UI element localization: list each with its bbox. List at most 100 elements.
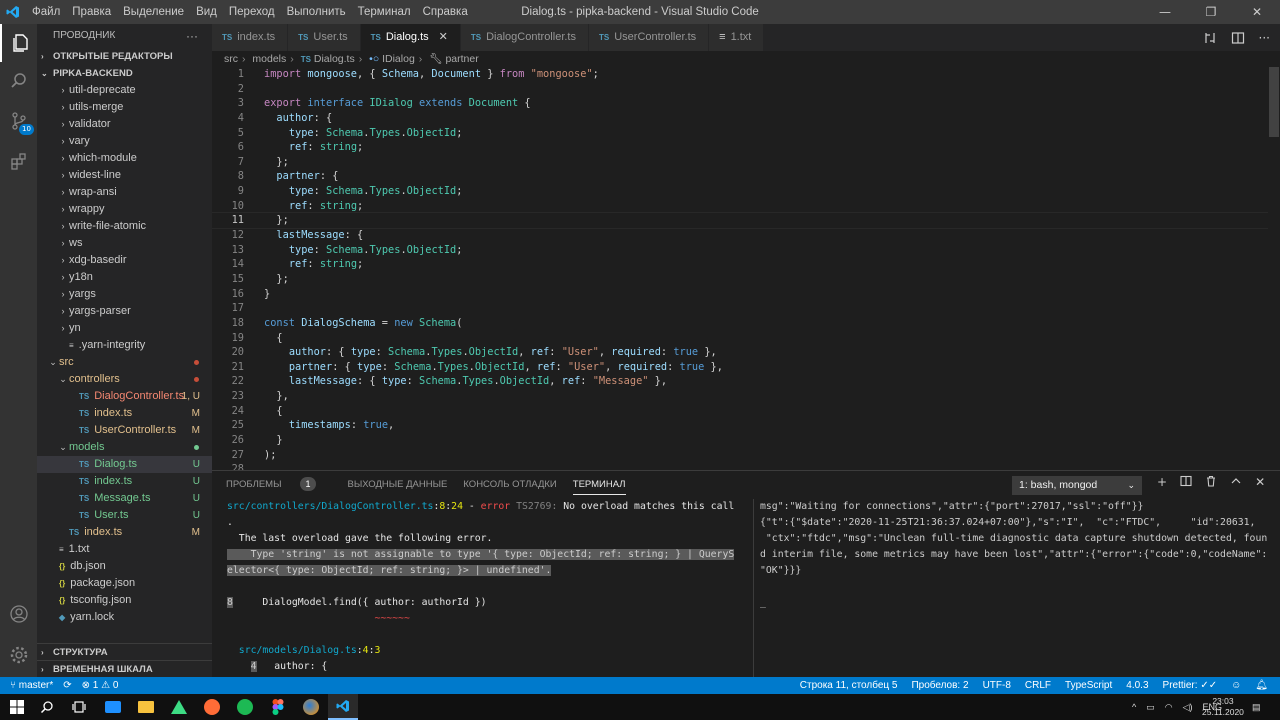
- more-actions-icon[interactable]: ···: [186, 24, 198, 48]
- code-line[interactable]: 7 };: [212, 155, 1280, 170]
- tree-item[interactable]: TS Message.ts U: [37, 490, 212, 507]
- file-explorer-icon[interactable]: [131, 694, 161, 720]
- tab-dialog-ts[interactable]: TS Dialog.ts ✕: [360, 24, 461, 51]
- tree-item[interactable]: TS UserController.ts M: [37, 422, 212, 439]
- menu-view[interactable]: Вид: [190, 0, 223, 24]
- split-terminal-icon[interactable]: [1180, 475, 1192, 487]
- tree-item[interactable]: › write-file-atomic: [37, 218, 212, 235]
- editor-scrollbar[interactable]: [1268, 67, 1280, 470]
- terminal-pane-2[interactable]: msg":"Waiting for connections","attr":{"…: [753, 499, 1273, 677]
- tab-user-ts[interactable]: TS User.ts: [288, 24, 361, 51]
- ts-version[interactable]: 4.0.3: [1126, 677, 1148, 694]
- code-line[interactable]: 16}: [212, 287, 1280, 302]
- tray-chevron-icon[interactable]: ^: [1132, 702, 1136, 712]
- code-line[interactable]: 10 ref: string;: [212, 199, 1280, 214]
- tree-item[interactable]: › yargs: [37, 286, 212, 303]
- code-line[interactable]: 28: [212, 462, 1280, 470]
- prettier-status[interactable]: Prettier: ✓✓: [1163, 677, 1218, 694]
- tree-item[interactable]: ⌄ controllers: [37, 371, 212, 388]
- tree-item[interactable]: TS User.ts U: [37, 507, 212, 524]
- tree-item[interactable]: › yn: [37, 320, 212, 337]
- menu-selection[interactable]: Выделение: [117, 0, 190, 24]
- tree-item[interactable]: › widest-line: [37, 167, 212, 184]
- cursor-position[interactable]: Строка 11, столбец 5: [800, 677, 898, 694]
- account-icon[interactable]: [0, 595, 37, 633]
- tree-item[interactable]: › validator: [37, 116, 212, 133]
- source-control-icon[interactable]: 10: [0, 102, 37, 140]
- tree-item[interactable]: ◆ yarn.lock: [37, 609, 212, 626]
- clock[interactable]: 23:03 25.11.2020: [1202, 694, 1244, 720]
- breadcrumb-models[interactable]: models: [252, 53, 286, 65]
- notifications-icon[interactable]: 🔔︎: [1255, 677, 1268, 694]
- tree-item[interactable]: {} package.json: [37, 575, 212, 592]
- tree-item[interactable]: {} db.json: [37, 558, 212, 575]
- tree-item[interactable]: ⌄ models: [37, 439, 212, 456]
- new-terminal-icon[interactable]: +: [1157, 475, 1167, 489]
- tree-item[interactable]: › ws: [37, 235, 212, 252]
- compare-changes-icon[interactable]: [1203, 31, 1217, 45]
- tab-dialogcontroller-ts[interactable]: TS DialogController.ts: [460, 24, 589, 51]
- menu-help[interactable]: Справка: [417, 0, 474, 24]
- postman-icon[interactable]: [197, 694, 227, 720]
- tab-index-ts[interactable]: TS index.ts: [212, 24, 289, 51]
- feedback-icon[interactable]: ☺: [1231, 677, 1241, 694]
- tree-item[interactable]: › util-deprecate: [37, 82, 212, 99]
- code-line[interactable]: 24 {: [212, 404, 1280, 419]
- tree-item[interactable]: ≡ .yarn-integrity: [37, 337, 212, 354]
- more-actions-icon[interactable]: ···: [1259, 31, 1270, 45]
- menu-file[interactable]: Файл: [26, 0, 66, 24]
- close-panel-icon[interactable]: ✕: [1255, 475, 1265, 489]
- tab-debug-console[interactable]: КОНСОЛЬ ОТЛАДКИ: [463, 471, 556, 499]
- tree-item[interactable]: TS DialogController.ts 1, U: [37, 388, 212, 405]
- code-line[interactable]: 2: [212, 82, 1280, 97]
- tree-item[interactable]: › y18n: [37, 269, 212, 286]
- indentation[interactable]: Пробелов: 2: [911, 677, 968, 694]
- tree-item[interactable]: › wrappy: [37, 201, 212, 218]
- close-tab-icon[interactable]: ✕: [439, 31, 448, 43]
- minimize-button[interactable]: —: [1142, 0, 1188, 24]
- code-line[interactable]: 13 type: Schema.Types.ObjectId;: [212, 243, 1280, 258]
- tree-item[interactable]: › vary: [37, 133, 212, 150]
- code-line[interactable]: 15 };: [212, 272, 1280, 287]
- tree-item[interactable]: {} tsconfig.json: [37, 592, 212, 609]
- extensions-icon[interactable]: [0, 142, 37, 180]
- code-line[interactable]: 5 type: Schema.Types.ObjectId;: [212, 126, 1280, 141]
- settings-gear-icon[interactable]: [0, 636, 37, 674]
- code-line[interactable]: 19 {: [212, 331, 1280, 346]
- breadcrumb-interface[interactable]: IDialog: [382, 53, 415, 65]
- code-line[interactable]: 26 }: [212, 433, 1280, 448]
- tree-item[interactable]: TS index.ts M: [37, 405, 212, 422]
- volume-icon[interactable]: ◁): [1183, 702, 1193, 713]
- tab-output[interactable]: ВЫХОДНЫЕ ДАННЫЕ: [348, 471, 448, 499]
- tree-item[interactable]: › wrap-ansi: [37, 184, 212, 201]
- tree-item[interactable]: ≡ 1.txt: [37, 541, 212, 558]
- code-line[interactable]: 9 type: Schema.Types.ObjectId;: [212, 184, 1280, 199]
- open-editors-section[interactable]: › ОТКРЫТЫЕ РЕДАКТОРЫ: [37, 48, 212, 65]
- terminal-select[interactable]: 1: bash, mongod ⌄: [1012, 476, 1142, 495]
- code-editor[interactable]: 1 import mongoose, { Schema, Document } f…: [212, 67, 1280, 470]
- language-mode[interactable]: TypeScript: [1065, 677, 1112, 694]
- tree-item[interactable]: › utils-merge: [37, 99, 212, 116]
- tree-item[interactable]: TS index.ts M: [37, 524, 212, 541]
- firefox-icon[interactable]: [296, 694, 326, 720]
- tree-item[interactable]: › xdg-basedir: [37, 252, 212, 269]
- tree-item[interactable]: TS Dialog.ts U: [37, 456, 212, 473]
- code-line[interactable]: 3 export interface IDialog extends Docume…: [212, 96, 1280, 111]
- tab-terminal[interactable]: ТЕРМИНАЛ: [572, 476, 626, 495]
- split-editor-icon[interactable]: [1231, 31, 1245, 45]
- menu-go[interactable]: Переход: [223, 0, 281, 24]
- outline-section[interactable]: › СТРУКТУРА: [37, 643, 212, 660]
- task-view-icon[interactable]: [64, 694, 94, 720]
- code-line[interactable]: 18 const DialogSchema = new Schema(: [212, 316, 1280, 331]
- tab-usercontroller-ts[interactable]: TS UserController.ts: [588, 24, 710, 51]
- code-line[interactable]: 6 ref: string;: [212, 140, 1280, 155]
- project-section[interactable]: ⌄ PIPKA-BACKEND: [37, 65, 212, 82]
- timeline-section[interactable]: › ВРЕМЕННАЯ ШКАЛА: [37, 660, 212, 677]
- encoding[interactable]: UTF-8: [983, 677, 1011, 694]
- code-line[interactable]: 12 lastMessage: {: [212, 228, 1280, 243]
- explorer-icon[interactable]: [0, 24, 37, 62]
- breadcrumb-property[interactable]: partner: [445, 53, 478, 65]
- code-line[interactable]: 23 },: [212, 389, 1280, 404]
- code-line[interactable]: 27);: [212, 448, 1280, 463]
- notification-center-icon[interactable]: ▤: [1252, 694, 1261, 720]
